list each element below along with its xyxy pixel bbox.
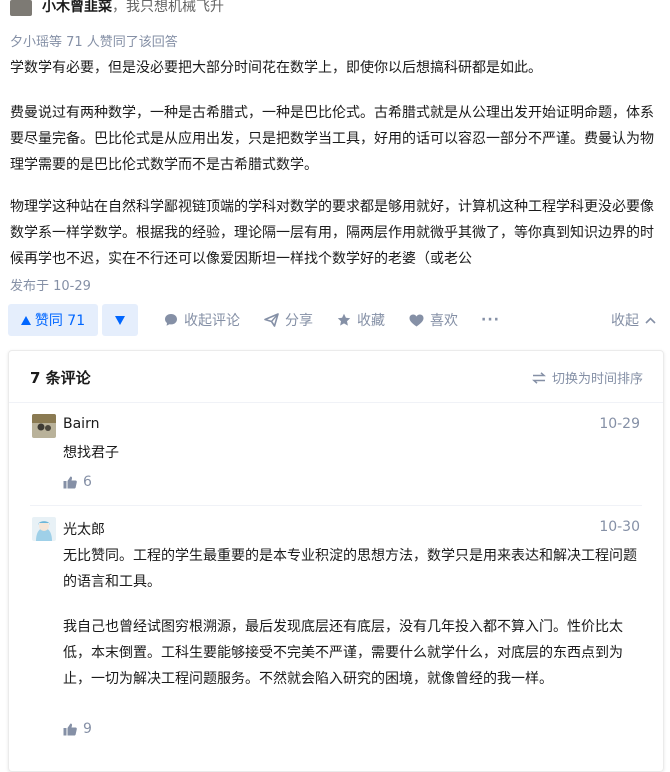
comment-like-button[interactable]: 9 (63, 721, 92, 737)
share-label: 分享 (285, 313, 313, 329)
comment-author[interactable]: 光太郎 (63, 519, 105, 539)
avatar[interactable] (32, 414, 56, 438)
author-name[interactable]: 小木曾韭菜 (42, 0, 112, 15)
like-button[interactable]: 喜欢 (409, 304, 458, 336)
heart-icon (409, 314, 424, 326)
vote-up-label: 赞同 71 (34, 313, 86, 329)
answer-paragraph: 物理学这种站在自然科学鄙视链顶端的学科对数学的要求都是够用就好，计算机这种工程学… (10, 199, 654, 267)
star-icon (337, 313, 351, 326)
action-bar: 赞同 71 收起评论 分享 收藏 喜欢 ··· 收起 (0, 304, 670, 340)
swap-arrows-icon (532, 371, 546, 384)
thumbs-up-icon (63, 476, 77, 488)
comments-header: 7 条评论 切换为时间排序 (9, 351, 663, 403)
vote-down-button[interactable] (102, 304, 138, 336)
vote-summary[interactable]: 夕小瑶等 71 人赞同了该回答 (10, 31, 178, 50)
triangle-down-icon (115, 315, 125, 325)
answer-paragraph: 学数学有必要，但是没必要把大部分时间花在数学上，即使你以后想搞科研都是如此。 (10, 60, 542, 76)
chevron-up-icon (645, 316, 656, 324)
avatar[interactable] (32, 517, 56, 541)
comment-like-count: 6 (83, 474, 92, 490)
collapse-label: 收起 (611, 313, 639, 329)
collapse-comments-label: 收起评论 (184, 313, 240, 329)
paper-plane-icon (264, 313, 279, 327)
comment-text: 无比赞同。工程的学生最重要的是本专业积淀的思想方法，数学只是用来表达和解决工程问… (63, 548, 637, 590)
comment-like-count: 9 (83, 721, 92, 737)
answer-paragraph: 费曼说过有两种数学，一种是古希腊式，一种是巴比伦式。古希腊式就是从公理出发开始证… (10, 105, 654, 173)
comment-date: 10-30 (599, 519, 640, 535)
collapse-comments-button[interactable]: 收起评论 (164, 304, 240, 336)
thumbs-up-icon (63, 723, 77, 735)
comment-date: 10-29 (599, 416, 640, 432)
share-button[interactable]: 分享 (264, 304, 313, 336)
comment-divider (30, 505, 642, 506)
favorite-button[interactable]: 收藏 (337, 304, 385, 336)
author-bio: ，我只想机械飞升 (112, 0, 224, 15)
sort-toggle-button[interactable]: 切换为时间排序 (532, 368, 643, 387)
favorite-label: 收藏 (357, 313, 385, 329)
like-label: 喜欢 (430, 313, 458, 329)
collapse-button[interactable]: 收起 (611, 304, 656, 336)
comment-text: 想找君子 (63, 445, 119, 461)
sort-toggle-label: 切换为时间排序 (551, 372, 643, 387)
comment-text: 我自己也曾经试图穷根溯源，最后发现底层还有底层，没有几年投入都不算入门。性价比太… (63, 619, 623, 687)
comments-panel: 7 条评论 切换为时间排序 Bairn 10-29 想找君子 6 光太郎 10-… (8, 350, 664, 772)
triangle-up-icon (20, 315, 31, 325)
comment-count: 7 条评论 (30, 369, 91, 387)
author-avatar[interactable] (10, 0, 32, 16)
comment-bubble-icon (165, 314, 177, 326)
comment-like-button[interactable]: 6 (63, 474, 92, 490)
comment-author[interactable]: Bairn (63, 416, 99, 432)
publish-time[interactable]: 发布于 10-29 (10, 275, 91, 294)
author-line: 小木曾韭菜，我只想机械飞升 (42, 0, 224, 17)
more-options-button[interactable]: ··· (481, 304, 500, 336)
vote-up-button[interactable]: 赞同 71 (8, 304, 98, 336)
